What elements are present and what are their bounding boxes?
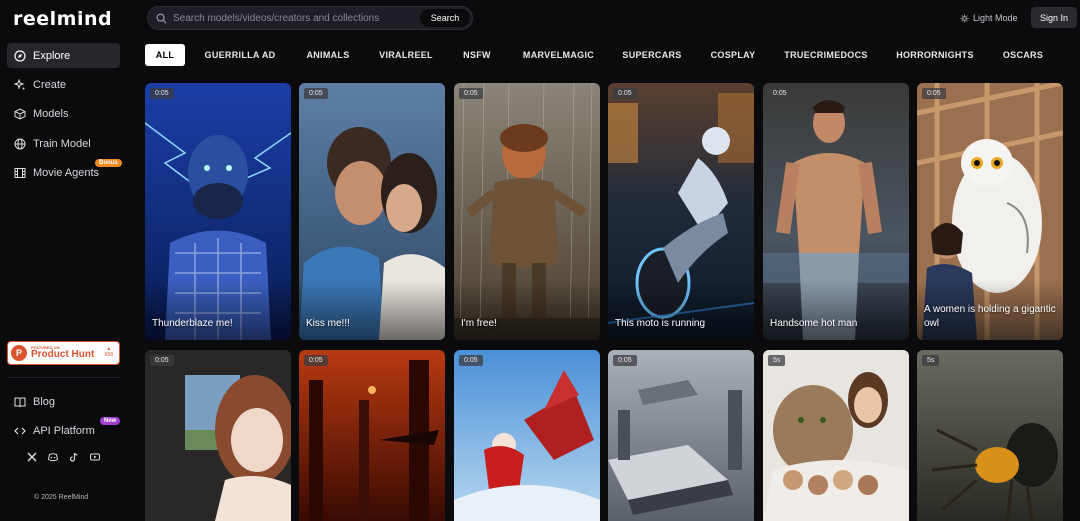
x-icon[interactable] [27,452,37,462]
video-card[interactable]: 0:05 [608,350,754,521]
tab-truecrimedocs[interactable]: TRUECRIMEDOCS [783,44,869,66]
bonus-badge: Bonus [95,159,122,167]
tab-horrornights[interactable]: HORRORNIGHTS [894,44,976,66]
video-card[interactable]: 0:05 A women is holding a gigantic owl [917,83,1063,340]
card-caption: I'm free! [461,317,497,329]
light-mode-toggle[interactable]: Light Mode [960,13,1018,23]
card-shade [299,280,445,340]
sidebar-item-create[interactable]: Create [7,72,120,97]
sidebar-item-label: Models [33,107,69,120]
video-thumbnail [917,350,1063,521]
sidebar-item-label: API Platform [33,424,95,437]
card-caption: Kiss me!!! [306,317,350,329]
video-card[interactable]: 0:05 This moto is running [608,83,754,340]
duration-badge: 5s [768,355,786,366]
light-mode-label: Light Mode [973,13,1018,23]
duration-badge: 0:05 [150,88,174,99]
card-shade [454,280,600,340]
globe-icon [14,138,26,150]
duration-badge: 0:05 [613,355,637,366]
duration-badge: 0:05 [459,88,483,99]
youtube-icon[interactable] [90,452,100,462]
duration-badge: 0:05 [922,88,946,99]
sidebar-item-blog[interactable]: Blog [7,389,120,414]
sign-in-button[interactable]: Sign In [1031,7,1077,28]
card-caption: This moto is running [615,317,706,329]
video-thumbnail [454,350,600,521]
video-card[interactable]: 0:05 I'm free! [454,83,600,340]
sidebar-item-train-model[interactable]: Train Model [7,131,120,156]
duration-badge: 0:05 [150,355,174,366]
code-icon [14,425,26,437]
film-icon [14,167,26,179]
tab-oscars[interactable]: OSCARS [1001,44,1045,66]
video-card[interactable]: 5s [763,350,909,521]
tiktok-icon[interactable] [69,452,79,462]
video-thumbnail [608,350,754,521]
video-card[interactable]: 5s [917,350,1063,521]
duration-badge: 0:05 [304,355,328,366]
video-card[interactable]: 0:05 Thunderblaze me! [145,83,291,340]
duration-badge: 5s [922,355,940,366]
duration-badge: 0:05 [304,88,328,99]
card-shade [145,280,291,340]
tab-animals[interactable]: ANIMALS [303,44,353,66]
duration-badge: 0:05 [613,88,637,99]
social-links [27,452,100,462]
product-hunt-name: Product Hunt [31,349,95,360]
video-thumbnail [145,350,291,521]
tab-guerrilla-ad[interactable]: GUERRILLA AD [203,44,277,66]
cube-icon [14,107,26,120]
sidebar-item-label: Train Model [33,137,91,150]
duration-badge: 0:05 [459,355,483,366]
video-card[interactable]: 0:05 Kiss me!!! [299,83,445,340]
discord-icon[interactable] [48,452,58,462]
video-card[interactable]: 0:05 [299,350,445,521]
search-bar: Search [147,6,473,30]
product-hunt-badge[interactable]: P FEATURED ON Product Hunt ▲ 658 [7,341,120,365]
tab-all[interactable]: ALL [145,44,185,66]
sidebar-item-models[interactable]: Models [7,101,120,126]
tab-marvelmagic[interactable]: MARVELMAGIC [521,44,596,66]
app-logo[interactable]: reelmind [13,8,112,30]
search-icon [156,13,167,24]
compass-icon [14,49,26,62]
new-badge: New [100,417,121,425]
card-caption: Thunderblaze me! [152,317,233,329]
sparkle-icon [14,78,26,91]
book-icon [14,396,26,408]
product-hunt-logo-icon: P [11,345,27,361]
tab-supercars[interactable]: SUPERCARS [621,44,683,66]
sidebar-item-label: Explore [33,49,71,62]
product-hunt-upvotes: ▲ 658 [104,346,113,358]
tab-nsfw[interactable]: NSFW [460,44,494,66]
copyright: © 2025 ReelMind [34,494,89,501]
video-card[interactable]: 0:05 Handsome hot man [763,83,909,340]
sidebar-item-label: Create [33,78,67,91]
sidebar-divider [7,377,120,378]
card-shade [608,280,754,340]
sidebar: reelmind Explore Create Models Train Mod… [0,0,130,521]
video-thumbnail [299,350,445,521]
sidebar-item-explore[interactable]: Explore [7,43,120,68]
tab-viralreel[interactable]: VIRALREEL [378,44,434,66]
search-button[interactable]: Search [420,9,470,27]
video-card[interactable]: 0:05 [454,350,600,521]
card-caption: A women is holding a gigantic owl [924,304,1056,329]
card-caption: Handsome hot man [770,317,858,329]
video-card[interactable]: 0:05 [145,350,291,521]
duration-badge: 0:05 [768,88,792,99]
card-shade [763,280,909,340]
product-hunt-count: 658 [104,352,113,358]
tab-cosplay[interactable]: COSPLAY [709,44,757,66]
sidebar-item-label: Blog [33,395,56,408]
sun-icon [960,13,969,23]
sidebar-item-label: Movie Agents [33,166,100,179]
video-thumbnail [763,350,909,521]
